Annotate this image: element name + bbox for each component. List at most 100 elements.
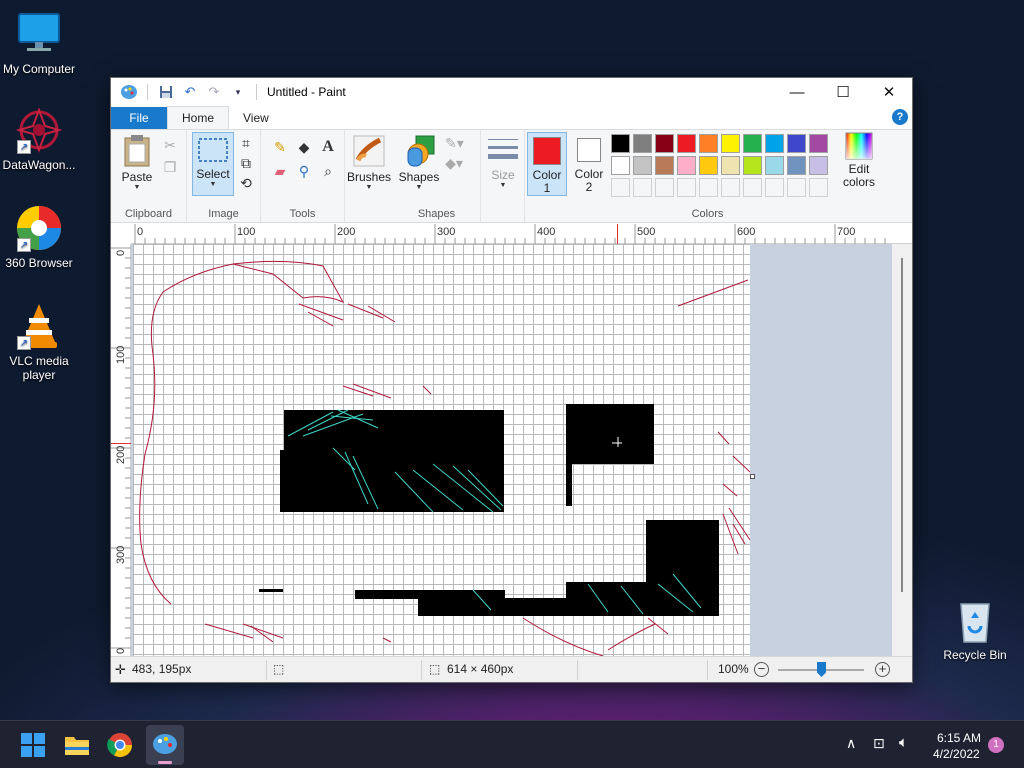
resize-icon[interactable]: ⧉ bbox=[237, 154, 255, 172]
color-picker-icon[interactable]: ⚲ bbox=[295, 162, 313, 180]
save-icon[interactable] bbox=[156, 82, 176, 102]
color2-button[interactable]: Color 2 bbox=[569, 132, 609, 196]
title-bar[interactable]: ↶ ↷ ▾ Untitled - Paint — ☐ ✕ bbox=[111, 78, 912, 106]
tab-view[interactable]: View bbox=[229, 107, 283, 129]
palette-swatch[interactable] bbox=[743, 178, 762, 197]
palette-swatch[interactable] bbox=[721, 134, 740, 153]
magnifier-icon[interactable]: ⌕ bbox=[319, 162, 337, 180]
outline-icon[interactable]: ✎▾ bbox=[445, 134, 464, 152]
show-hidden-icons-button[interactable]: ∧ bbox=[846, 735, 856, 752]
palette-swatch[interactable] bbox=[809, 178, 828, 197]
paint-app-icon[interactable] bbox=[119, 82, 139, 102]
tab-home[interactable]: Home bbox=[167, 106, 230, 129]
clock-date[interactable]: 4/2/2022 bbox=[933, 747, 980, 761]
ruler-label: 500 bbox=[637, 226, 656, 238]
minimize-button[interactable]: — bbox=[774, 78, 820, 106]
palette-swatch[interactable] bbox=[677, 156, 696, 175]
paint-taskbar-button[interactable] bbox=[146, 725, 184, 765]
chrome-button[interactable] bbox=[104, 729, 136, 761]
cut-icon[interactable]: ✂ bbox=[161, 136, 179, 154]
palette-swatch[interactable] bbox=[721, 156, 740, 175]
palette-swatch[interactable] bbox=[721, 178, 740, 197]
palette-swatch[interactable] bbox=[677, 178, 696, 197]
desktop-icon-label: VLC media player bbox=[9, 354, 69, 382]
fill-icon[interactable]: ◆ bbox=[295, 138, 313, 156]
palette-swatch[interactable] bbox=[765, 178, 784, 197]
palette-swatch[interactable] bbox=[611, 134, 630, 153]
edit-colors-button[interactable]: Edit colors bbox=[837, 132, 881, 189]
start-button[interactable] bbox=[17, 729, 49, 761]
palette-swatch[interactable] bbox=[655, 156, 674, 175]
customize-quick-access-icon[interactable]: ▾ bbox=[228, 82, 248, 102]
zoom-out-button[interactable]: − bbox=[754, 662, 769, 677]
eraser-icon[interactable]: ▰ bbox=[271, 162, 289, 180]
close-button[interactable]: ✕ bbox=[866, 78, 912, 106]
desktop-icon-360-browser[interactable]: ↗ 360 Browser bbox=[1, 204, 77, 270]
desktop-icon-my-computer[interactable]: My Computer bbox=[1, 10, 77, 76]
scrollbar-thumb[interactable] bbox=[901, 258, 903, 592]
image-group: Select ▼ ⌗ ⧉ ⟲ Image bbox=[187, 130, 261, 222]
palette-swatch[interactable] bbox=[611, 178, 630, 197]
pencil-icon[interactable]: ✎ bbox=[271, 138, 289, 156]
palette-swatch[interactable] bbox=[787, 134, 806, 153]
clock-time[interactable]: 6:15 AM bbox=[937, 731, 981, 745]
size-button[interactable]: Size ▼ bbox=[483, 136, 523, 190]
desktop-icon-label: 360 Browser bbox=[5, 256, 73, 270]
maximize-button[interactable]: ☐ bbox=[820, 78, 866, 106]
palette-swatch[interactable] bbox=[611, 156, 630, 175]
shapes-button[interactable]: Shapes ▼ bbox=[397, 134, 441, 192]
network-icon[interactable]: ⊡ bbox=[873, 735, 885, 752]
palette-swatch[interactable] bbox=[743, 156, 762, 175]
workspace bbox=[131, 244, 894, 656]
ruler-cursor-marker bbox=[617, 224, 618, 244]
palette-swatch[interactable] bbox=[655, 178, 674, 197]
drawing-canvas[interactable] bbox=[133, 244, 750, 656]
palette-swatch[interactable] bbox=[633, 178, 652, 197]
select-button[interactable]: Select ▼ bbox=[192, 132, 234, 196]
notification-badge[interactable]: 1 bbox=[988, 737, 1004, 753]
palette-swatch[interactable] bbox=[809, 134, 828, 153]
rotate-icon[interactable]: ⟲ bbox=[237, 174, 255, 192]
desktop-icon-recycle-bin[interactable]: Recycle Bin bbox=[937, 596, 1013, 662]
palette-swatch[interactable] bbox=[765, 134, 784, 153]
shape-fill-icon[interactable]: ◆▾ bbox=[445, 154, 463, 172]
palette-swatch[interactable] bbox=[633, 156, 652, 175]
palette-swatch[interactable] bbox=[787, 156, 806, 175]
copy-icon[interactable]: ❐ bbox=[161, 158, 179, 176]
palette-swatch[interactable] bbox=[699, 156, 718, 175]
ruler-label: 700 bbox=[837, 226, 856, 238]
volume-icon[interactable]: 🔈︎ bbox=[899, 734, 908, 751]
help-icon[interactable]: ? bbox=[892, 109, 908, 125]
paste-icon bbox=[124, 135, 150, 167]
redo-icon[interactable]: ↷ bbox=[204, 82, 224, 102]
colors-group: Color 1 Color 2 Edit colors Colors bbox=[525, 130, 890, 222]
divider bbox=[577, 660, 578, 680]
palette-swatch[interactable] bbox=[765, 156, 784, 175]
ruler-label: 100 bbox=[237, 226, 256, 238]
horizontal-ruler: 0 100 200 300 400 500 600 700 bbox=[131, 224, 912, 244]
color1-button[interactable]: Color 1 bbox=[527, 132, 567, 196]
canvas-resize-handle[interactable] bbox=[750, 474, 755, 479]
palette-swatch[interactable] bbox=[743, 134, 762, 153]
text-icon[interactable]: A bbox=[319, 138, 337, 156]
chevron-down-icon: ▼ bbox=[365, 184, 373, 191]
desktop-icon-datawagon[interactable]: ↗ DataWagon... bbox=[1, 106, 77, 172]
palette-swatch[interactable] bbox=[699, 178, 718, 197]
palette-swatch[interactable] bbox=[699, 134, 718, 153]
color1-swatch bbox=[533, 137, 561, 165]
brushes-button[interactable]: Brushes ▼ bbox=[347, 134, 391, 192]
palette-swatch[interactable] bbox=[809, 156, 828, 175]
palette-swatch[interactable] bbox=[633, 134, 652, 153]
desktop-icon-vlc[interactable]: ↗ VLC media player bbox=[1, 302, 77, 382]
zoom-slider-thumb[interactable] bbox=[817, 662, 826, 677]
zoom-in-button[interactable]: + bbox=[875, 662, 890, 677]
undo-icon[interactable]: ↶ bbox=[180, 82, 200, 102]
palette-swatch[interactable] bbox=[655, 134, 674, 153]
palette-swatch[interactable] bbox=[787, 178, 806, 197]
crop-icon[interactable]: ⌗ bbox=[237, 134, 255, 152]
palette-swatch[interactable] bbox=[677, 134, 696, 153]
vertical-scrollbar[interactable] bbox=[892, 244, 912, 656]
paste-button[interactable]: Paste ▼ bbox=[117, 134, 157, 192]
tab-file[interactable]: File bbox=[111, 107, 167, 129]
file-explorer-button[interactable] bbox=[61, 729, 93, 761]
